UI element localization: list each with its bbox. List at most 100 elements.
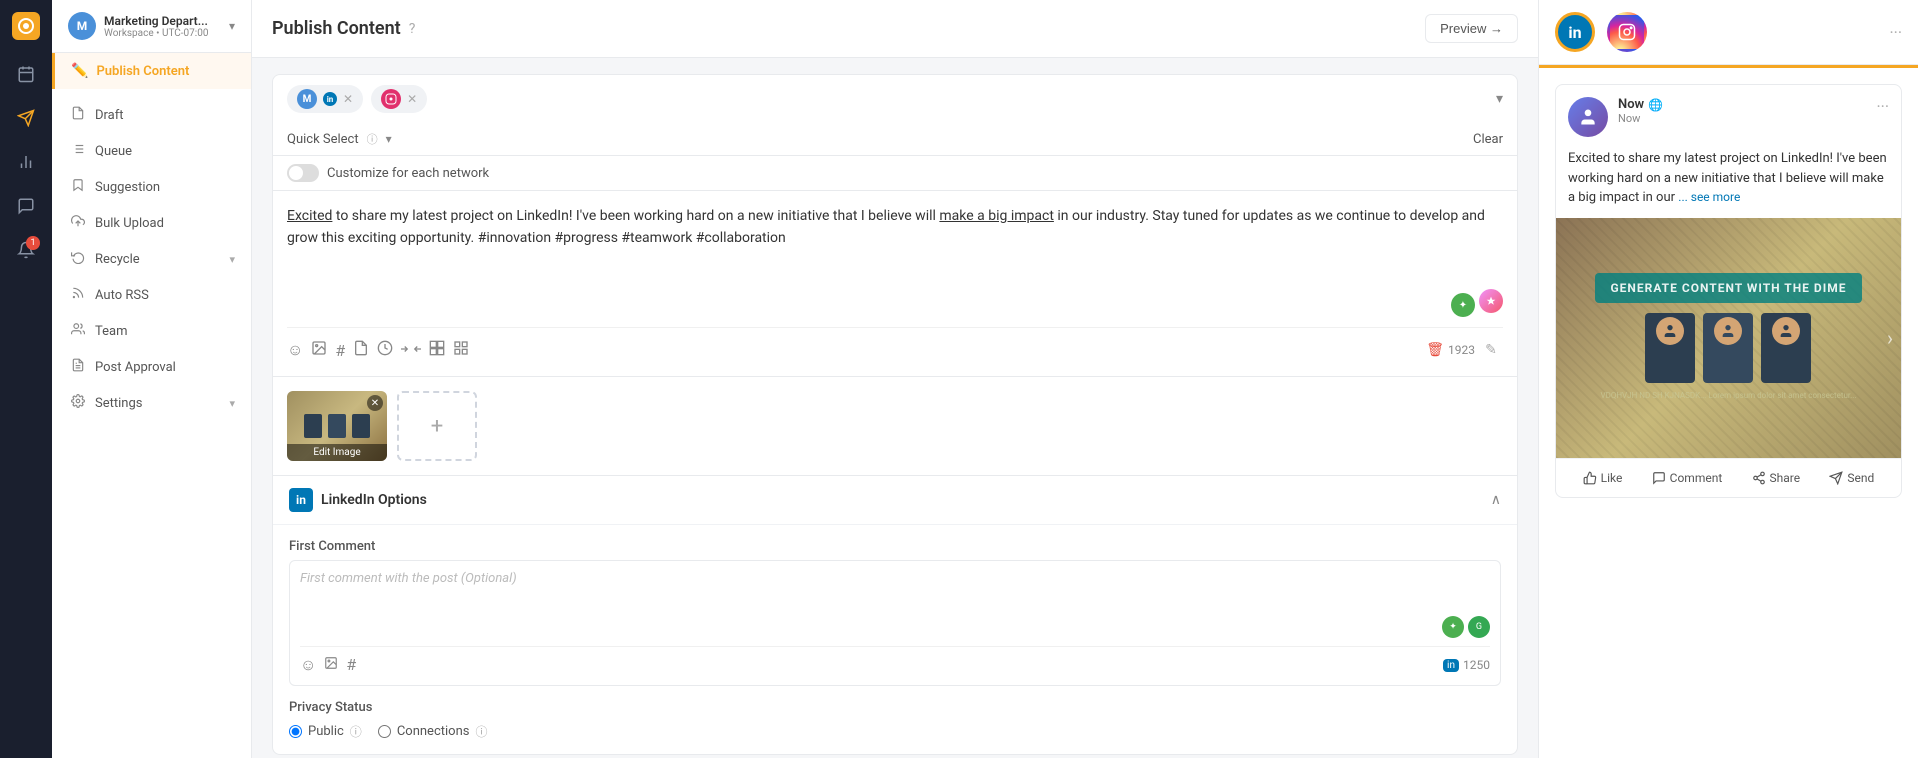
preview-user-info: Now 🌐 Now — [1618, 97, 1866, 125]
customize-label: Customize for each network — [327, 166, 489, 181]
preview-image-title: GENERATE CONTENT WITH THE DIME — [1595, 273, 1863, 303]
preview-send-btn[interactable]: Send — [1821, 467, 1882, 489]
editor-toolbar: ☺ # — [287, 327, 1503, 362]
char-count: 1923 — [1448, 343, 1475, 357]
content-area: M in ✕ ✕ ▾ Quick Select ⓘ ▾ — [252, 58, 1538, 758]
preview-button[interactable]: Preview → — [1425, 14, 1518, 43]
remove-account-linkedin[interactable]: ✕ — [343, 92, 353, 106]
document-toolbar-icon[interactable] — [353, 340, 369, 360]
preview-user-label: Now — [1618, 97, 1644, 112]
main-header: Publish Content ? Preview → — [252, 0, 1538, 58]
comment-photo-icon[interactable] — [324, 655, 338, 675]
edit-pencil-icon[interactable]: ✎ — [1479, 338, 1503, 362]
preview-post-text: Excited to share my latest project on Li… — [1556, 149, 1901, 218]
account-avatar-linkedin: M — [297, 89, 317, 109]
nav-item-team[interactable]: Team — [52, 313, 251, 349]
delete-icon[interactable]: 🗑 — [1426, 342, 1444, 358]
comment-grammarly-btn[interactable]: G — [1468, 616, 1490, 638]
draft-icon — [71, 106, 85, 124]
nav-item-queue[interactable]: Queue — [52, 133, 251, 169]
add-image-btn[interactable]: + — [397, 391, 477, 461]
comment-hashtag-icon[interactable]: # — [346, 655, 356, 675]
nav-active-label: Publish Content — [96, 64, 189, 79]
nav-item-post-approval[interactable]: Post Approval — [52, 349, 251, 385]
collapse-linkedin-btn[interactable]: ∧ — [1491, 492, 1501, 508]
like-label: Like — [1601, 471, 1623, 485]
hashtag-toolbar-icon[interactable]: # — [335, 341, 345, 360]
emoji-toolbar-icon[interactable]: ☺ — [287, 340, 303, 360]
quick-select-clear[interactable]: Clear — [1473, 132, 1503, 147]
edit-image-btn[interactable]: Edit Image — [287, 444, 387, 461]
app-logo[interactable] — [12, 12, 40, 40]
more-toolbar-icon[interactable] — [429, 340, 445, 360]
preview-instagram-btn[interactable] — [1607, 12, 1647, 52]
nav-item-recycle[interactable]: Recycle ▾ — [52, 241, 251, 277]
quick-select-bar: Quick Select ⓘ ▾ Clear — [272, 123, 1518, 156]
editor-text-underline2: make a big impact — [939, 208, 1054, 224]
sidebar-publish-icon[interactable] — [8, 100, 44, 136]
preview-header: in ··· — [1539, 0, 1918, 65]
account-avatar-instagram — [381, 89, 401, 109]
sidebar-analytics-icon[interactable] — [8, 144, 44, 180]
comment-toolbar: ☺ # in 1250 — [300, 646, 1490, 675]
workspace-header[interactable]: M Marketing Depart... Workspace • UTC-07… — [52, 0, 251, 53]
privacy-public-radio[interactable] — [289, 725, 302, 738]
privacy-connections-option[interactable]: Connections ⓘ — [378, 723, 488, 740]
nav-item-bulk-upload[interactable]: Bulk Upload — [52, 205, 251, 241]
preview-like-btn[interactable]: Like — [1575, 467, 1631, 489]
preview-user-avatar — [1568, 97, 1608, 137]
privacy-connections-radio[interactable] — [378, 725, 391, 738]
nav-item-draft[interactable]: Draft — [52, 97, 251, 133]
preview-see-more[interactable]: ... see more — [1678, 190, 1740, 204]
help-icon[interactable]: ? — [409, 21, 416, 37]
preview-more-icon[interactable]: ··· — [1889, 23, 1902, 42]
preview-panel: in ··· Now 🌐 Now ··· — [1538, 0, 1918, 758]
sidebar-notification-icon[interactable]: 1 — [8, 232, 44, 268]
rss-icon — [71, 286, 85, 304]
image-thumbnail: ✕ Edit Image — [287, 391, 387, 461]
customize-toggle[interactable] — [287, 164, 319, 182]
workspace-name: Marketing Depart... — [104, 14, 221, 28]
draft-label: Draft — [95, 108, 124, 123]
preview-comment-btn[interactable]: Comment — [1644, 467, 1731, 489]
schedule-toolbar-icon[interactable] — [377, 340, 393, 360]
nav-item-suggestion[interactable]: Suggestion — [52, 169, 251, 205]
linkedin-options-section: in LinkedIn Options ∧ First Comment Firs… — [272, 476, 1518, 755]
editor-text-area[interactable]: Excited to share my latest project on Li… — [287, 205, 1503, 285]
settings-icon — [71, 394, 85, 412]
auto-rss-label: Auto RSS — [95, 288, 149, 303]
nav-item-settings[interactable]: Settings ▾ — [52, 385, 251, 421]
remove-image-btn[interactable]: ✕ — [367, 395, 383, 411]
ai-enhance-btn[interactable] — [1479, 289, 1503, 313]
arrows-toolbar-icon[interactable] — [401, 341, 421, 360]
workspace-chevron-icon[interactable]: ▾ — [229, 19, 235, 33]
ai-generate-btn[interactable]: ✦ — [1451, 293, 1475, 317]
nav-item-auto-rss[interactable]: Auto RSS — [52, 277, 251, 313]
comment-emoji-icon[interactable]: ☺ — [300, 655, 316, 675]
nav-active-publish[interactable]: ✏️ Publish Content — [52, 53, 251, 89]
layout-toolbar-icon[interactable] — [453, 340, 469, 360]
quick-select-help-icon: ⓘ — [367, 131, 378, 147]
photo-toolbar-icon[interactable] — [311, 340, 327, 360]
accounts-chevron-icon[interactable]: ▾ — [1496, 91, 1503, 107]
comment-ai-btn[interactable]: ✦ — [1442, 616, 1464, 638]
privacy-options: Public ⓘ Connections ⓘ — [289, 723, 1501, 740]
editor-wrapper: M in ✕ ✕ ▾ Quick Select ⓘ ▾ — [272, 74, 1518, 758]
sidebar-inbox-icon[interactable] — [8, 188, 44, 224]
team-label: Team — [95, 324, 128, 339]
privacy-public-label: Public — [308, 724, 344, 739]
privacy-public-option[interactable]: Public ⓘ — [289, 723, 362, 740]
send-label: Send — [1847, 471, 1874, 485]
remove-account-instagram[interactable]: ✕ — [407, 92, 417, 106]
accounts-bar: M in ✕ ✕ ▾ — [272, 74, 1518, 123]
preview-linkedin-btn[interactable]: in — [1555, 12, 1595, 52]
workspace-subtitle: Workspace • UTC-07:00 — [104, 28, 221, 39]
nav-panel: M Marketing Depart... Workspace • UTC-07… — [52, 0, 252, 758]
preview-image-next-icon[interactable]: › — [1887, 326, 1893, 350]
sidebar-calendar-icon[interactable] — [8, 56, 44, 92]
preview-share-btn[interactable]: Share — [1744, 467, 1809, 489]
first-comment-box[interactable]: First comment with the post (Optional) ✦… — [289, 560, 1501, 686]
preview-dots-icon[interactable]: ··· — [1876, 97, 1889, 116]
linkedin-options-header[interactable]: in LinkedIn Options ∧ — [273, 476, 1517, 525]
quick-select-chevron-icon[interactable]: ▾ — [386, 132, 392, 146]
